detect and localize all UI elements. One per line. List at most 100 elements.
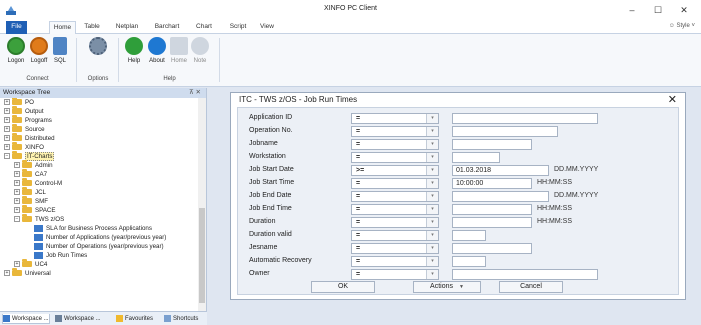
expand-icon[interactable]: + [14, 261, 20, 268]
chevron-down-icon[interactable]: ▾ [426, 205, 438, 214]
tree-item-source[interactable]: + Source [4, 124, 45, 134]
chevron-down-icon[interactable]: ▾ [426, 192, 438, 201]
expand-icon[interactable]: + [4, 270, 10, 277]
automatic-recovery-input[interactable] [452, 256, 486, 267]
dialog-close-icon[interactable]: ✕ [668, 93, 677, 106]
tree-item-number-of-operations[interactable]: Number of Operations (year/previous year… [34, 242, 164, 251]
home-button[interactable]: Home [169, 37, 189, 64]
operator-select[interactable]: = ▾ [351, 152, 439, 163]
tree-item-po[interactable]: + PO [4, 98, 34, 107]
job-start-time-input[interactable]: 10:00:00 [452, 178, 532, 189]
expand-icon[interactable]: + [4, 99, 10, 106]
tab-barchart[interactable]: Barchart [152, 21, 182, 34]
tree-item-smf[interactable]: + SMF [14, 196, 48, 206]
footer-tab-workspace-2[interactable]: Workspace ... [55, 314, 111, 324]
chevron-down-icon[interactable]: ▾ [426, 270, 438, 279]
tab-netplan[interactable]: Netplan [113, 21, 141, 34]
about-button[interactable]: About [146, 37, 168, 64]
options-button[interactable] [88, 37, 108, 55]
tree-item-output[interactable]: + Output [4, 106, 44, 116]
chevron-down-icon[interactable]: ▾ [426, 166, 438, 175]
operator-select[interactable]: = ▾ [351, 126, 439, 137]
maximize-button[interactable]: ☐ [650, 3, 666, 17]
operator-select[interactable]: = ▾ [351, 204, 439, 215]
operator-select[interactable]: = ▾ [351, 243, 439, 254]
tree-item-job-run-times[interactable]: Job Run Times [34, 251, 87, 260]
tree-item-sla-business-process[interactable]: SLA for Business Process Applications [34, 224, 152, 233]
tree-item-uc4[interactable]: + UC4 [14, 259, 47, 269]
tree-item-jcl[interactable]: + JCL [14, 187, 46, 197]
tab-home[interactable]: Home [49, 21, 76, 34]
workstation-input[interactable] [452, 152, 500, 163]
chevron-down-icon[interactable]: ▾ [426, 244, 438, 253]
tab-table[interactable]: Table [82, 21, 102, 34]
owner-input[interactable] [452, 269, 598, 280]
cancel-button[interactable]: Cancel [499, 281, 563, 293]
expand-icon[interactable]: + [4, 144, 10, 151]
chevron-down-icon[interactable]: ▾ [426, 114, 438, 123]
collapse-icon[interactable]: − [14, 216, 20, 223]
chevron-down-icon[interactable]: ▾ [426, 231, 438, 240]
operator-select[interactable]: = ▾ [351, 113, 439, 124]
chevron-down-icon[interactable]: ▾ [426, 153, 438, 162]
tree-item-tws-zos[interactable]: − TWS z/OS [14, 214, 64, 224]
tree-item-admin[interactable]: + Admin [14, 160, 53, 170]
close-button[interactable]: ✕ [676, 3, 692, 17]
footer-tab-shortcuts[interactable]: Shortcuts [164, 314, 206, 324]
operator-select[interactable]: = ▾ [351, 191, 439, 202]
tab-view[interactable]: View [258, 21, 276, 34]
tree-scrollbar[interactable] [198, 98, 206, 311]
collapse-icon[interactable]: − [4, 153, 10, 160]
tab-chart[interactable]: Chart [194, 21, 214, 34]
operation-no-input[interactable] [452, 126, 558, 137]
chevron-down-icon[interactable]: ▾ [426, 127, 438, 136]
expand-icon[interactable]: + [14, 198, 20, 205]
tree-scrollbar-thumb[interactable] [199, 208, 205, 303]
minimize-button[interactable]: – [624, 3, 640, 17]
jobname-input[interactable] [452, 139, 532, 150]
operator-select[interactable]: = ▾ [351, 178, 439, 189]
tree-item-ca7[interactable]: + CA7 [14, 169, 47, 179]
note-button[interactable]: Note [190, 37, 210, 64]
operator-select[interactable]: = ▾ [351, 217, 439, 228]
job-start-date-input[interactable]: 01.03.2018 [452, 165, 549, 176]
job-end-date-input[interactable] [452, 191, 549, 202]
expand-icon[interactable]: + [14, 162, 20, 169]
actions-button[interactable]: Actions ▼ [413, 281, 481, 293]
tree-item-it-charts[interactable]: − IT-Charts [4, 151, 55, 161]
job-end-time-input[interactable] [452, 204, 532, 215]
chevron-down-icon[interactable]: ▾ [426, 257, 438, 266]
tree-item-universal[interactable]: + Universal [4, 268, 51, 278]
jesname-input[interactable] [452, 243, 532, 254]
tree-item-xinfo[interactable]: + XINFO [4, 142, 44, 152]
operator-select[interactable]: >= ▾ [351, 165, 439, 176]
expand-icon[interactable]: + [14, 207, 20, 214]
duration-input[interactable] [452, 217, 532, 228]
tab-script[interactable]: Script [227, 21, 249, 34]
duration-valid-input[interactable] [452, 230, 486, 241]
expand-icon[interactable]: + [14, 180, 20, 187]
footer-tab-favourites[interactable]: Favourites [116, 314, 162, 324]
expand-icon[interactable]: + [4, 108, 10, 115]
sql-button[interactable]: SQL [50, 37, 70, 64]
expand-icon[interactable]: + [4, 135, 10, 142]
expand-icon[interactable]: + [14, 171, 20, 178]
chevron-down-icon[interactable]: ▾ [426, 179, 438, 188]
chevron-down-icon[interactable]: ▾ [426, 218, 438, 227]
expand-icon[interactable]: + [4, 126, 10, 133]
style-menu[interactable]: ☺ Style ˅ [669, 23, 695, 29]
logoff-button[interactable]: Logoff [28, 37, 50, 64]
operator-select[interactable]: = ▾ [351, 269, 439, 280]
logon-button[interactable]: Logon [5, 37, 27, 64]
application-id-input[interactable] [452, 113, 598, 124]
tree-item-number-of-applications[interactable]: Number of Applications (year/previous ye… [34, 233, 166, 242]
help-button[interactable]: Help [124, 37, 144, 64]
expand-icon[interactable]: + [14, 189, 20, 196]
ok-button[interactable]: OK [311, 281, 375, 293]
operator-select[interactable]: = ▾ [351, 139, 439, 150]
chevron-down-icon[interactable]: ▾ [426, 140, 438, 149]
footer-tab-workspace-1[interactable]: Workspace ... [2, 314, 50, 324]
tab-file[interactable]: File [6, 21, 27, 34]
operator-select[interactable]: = ▾ [351, 230, 439, 241]
operator-select[interactable]: = ▾ [351, 256, 439, 267]
